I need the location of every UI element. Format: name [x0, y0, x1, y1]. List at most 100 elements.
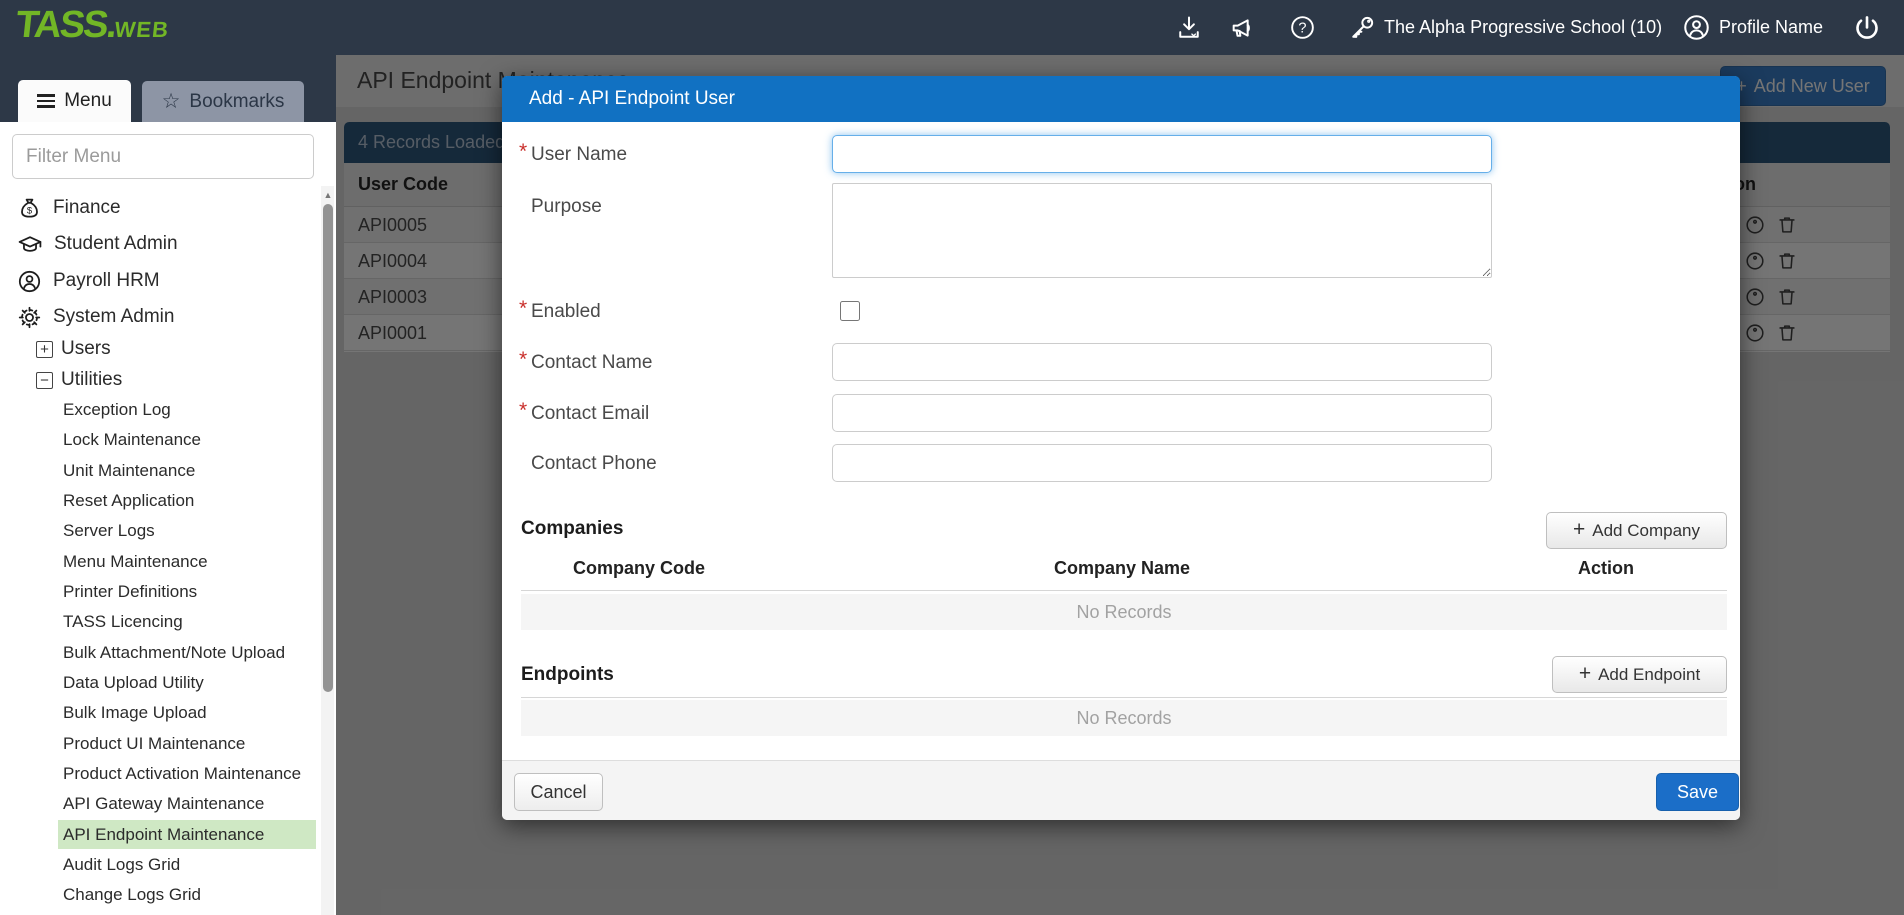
sidebar-scrollbar-thumb[interactable] — [323, 204, 333, 692]
sidebar-item-bulk-attachment-note-upload[interactable]: Bulk Attachment/Note Upload — [58, 638, 316, 667]
sidebar-item-reset-application[interactable]: Reset Application — [58, 486, 316, 515]
download-icon[interactable] — [1175, 0, 1203, 55]
modal-footer: Cancel Save — [502, 760, 1740, 820]
sidebar-item-exception-log[interactable]: Exception Log — [58, 395, 316, 424]
add-api-endpoint-user-modal: Add - API Endpoint User * User Name Purp… — [502, 76, 1740, 820]
modal-title: Add - API Endpoint User — [529, 88, 735, 110]
tab-bookmarks[interactable]: ☆ Bookmarks — [142, 81, 304, 122]
cancel-button[interactable]: Cancel — [514, 773, 603, 811]
profile-icon — [1682, 13, 1711, 42]
profile-name-label: Profile Name — [1719, 17, 1823, 38]
sidebar-item-bulk-image-upload[interactable]: Bulk Image Upload — [58, 698, 316, 727]
enabled-label: Enabled — [531, 301, 601, 323]
gear-icon — [17, 305, 42, 330]
sidebar-item-data-upload-utility[interactable]: Data Upload Utility — [58, 668, 316, 697]
required-asterisk: * — [519, 140, 527, 164]
endpoints-no-records: No Records — [521, 700, 1727, 736]
contact-email-label: Contact Email — [531, 403, 649, 425]
sidebar-item-system-admin[interactable]: System Admin — [0, 301, 316, 333]
save-button[interactable]: Save — [1656, 773, 1739, 811]
required-asterisk: * — [519, 297, 527, 321]
add-endpoint-button[interactable]: + Add Endpoint — [1552, 656, 1727, 693]
add-company-label: Add Company — [1592, 521, 1700, 541]
column-header-action: Action — [1578, 558, 1634, 579]
tab-menu[interactable]: Menu — [18, 80, 131, 122]
sidebar-item-product-ui-maintenance[interactable]: Product UI Maintenance — [58, 729, 316, 758]
required-asterisk: * — [519, 348, 527, 372]
expand-icon[interactable]: + — [36, 341, 53, 358]
school-name-label: The Alpha Progressive School (10) — [1384, 17, 1662, 38]
column-header-company-name: Company Name — [1054, 558, 1190, 579]
key-icon — [1348, 14, 1376, 42]
sidebar-item-finance[interactable]: $ Finance — [0, 192, 316, 224]
help-icon[interactable]: ? — [1289, 0, 1316, 55]
add-endpoint-label: Add Endpoint — [1598, 665, 1700, 685]
school-selector[interactable]: The Alpha Progressive School (10) — [1348, 0, 1662, 55]
logo-secondary-text: WEB — [113, 17, 170, 42]
logo-primary-text: TASS. — [14, 4, 118, 46]
contact-name-input[interactable] — [832, 343, 1492, 381]
graduation-cap-icon — [17, 232, 43, 257]
tab-menu-label: Menu — [64, 90, 112, 112]
tass-web-logo: TASS.WEB — [14, 4, 172, 47]
contact-phone-label: Contact Phone — [531, 453, 657, 475]
sidebar-item-printer-definitions[interactable]: Printer Definitions — [58, 577, 316, 606]
person-circle-icon — [17, 269, 42, 294]
companies-heading: Companies — [521, 518, 623, 540]
sidebar-item-student-admin[interactable]: Student Admin — [0, 228, 316, 260]
plus-icon: + — [1573, 519, 1585, 540]
purpose-label: Purpose — [531, 196, 602, 218]
contact-name-label: Contact Name — [531, 352, 652, 374]
no-records-label: No Records — [1076, 708, 1171, 729]
sidebar-item-audit-logs-grid[interactable]: Audit Logs Grid — [58, 850, 316, 879]
add-company-button[interactable]: + Add Company — [1546, 512, 1727, 549]
no-records-label: No Records — [1076, 602, 1171, 623]
endpoints-heading: Endpoints — [521, 664, 614, 686]
collapse-icon[interactable]: − — [36, 372, 53, 389]
hamburger-icon — [37, 91, 55, 111]
megaphone-icon[interactable] — [1228, 0, 1258, 55]
app-root: TASS.WEB ? The Alpha Progressive School … — [0, 0, 1904, 915]
sidebar-item-label: Utilities — [61, 369, 122, 391]
sidebar-item-product-activation-maintenance[interactable]: Product Activation Maintenance — [58, 759, 316, 788]
sidebar-item-api-endpoint-maintenance[interactable]: API Endpoint Maintenance — [58, 820, 316, 849]
sidebar-tree-users[interactable]: + Users — [0, 335, 316, 363]
sidebar-item-tass-licencing[interactable]: TASS Licencing — [58, 607, 316, 636]
top-bar: TASS.WEB ? The Alpha Progressive School … — [0, 0, 1904, 55]
sidebar-item-label: Users — [61, 338, 111, 360]
logout-power-icon[interactable] — [1852, 0, 1882, 55]
divider — [521, 697, 1727, 698]
sidebar-item-payroll-hrm[interactable]: Payroll HRM — [0, 265, 316, 297]
plus-icon: + — [1579, 663, 1591, 684]
sidebar-item-unit-maintenance[interactable]: Unit Maintenance — [58, 456, 316, 485]
companies-no-records: No Records — [521, 594, 1727, 630]
star-icon: ☆ — [162, 91, 181, 112]
sidebar-tree-utilities[interactable]: − Utilities — [0, 366, 316, 394]
tab-bookmarks-label: Bookmarks — [189, 91, 284, 113]
money-bag-icon: $ — [17, 196, 42, 221]
sidebar-item-label: System Admin — [53, 306, 174, 328]
filter-menu-input[interactable] — [12, 134, 314, 179]
user-name-label: User Name — [531, 144, 627, 166]
sidebar-item-change-logs-grid[interactable]: Change Logs Grid — [58, 880, 316, 909]
enabled-checkbox[interactable] — [840, 301, 860, 321]
sidebar-item-server-logs[interactable]: Server Logs — [58, 516, 316, 545]
contact-email-input[interactable] — [832, 394, 1492, 432]
sidebar-item-label: Payroll HRM — [53, 270, 160, 292]
user-name-input[interactable] — [832, 135, 1492, 173]
sidebar: $ Finance Student Admin Payroll HRM Syst… — [0, 122, 336, 915]
column-header-company-code: Company Code — [573, 558, 705, 579]
svg-text:$: $ — [27, 205, 33, 215]
divider — [521, 590, 1727, 591]
contact-phone-input[interactable] — [832, 444, 1492, 482]
profile-menu[interactable]: Profile Name — [1682, 0, 1823, 55]
required-asterisk: * — [519, 399, 527, 423]
sidebar-item-menu-maintenance[interactable]: Menu Maintenance — [58, 547, 316, 576]
sidebar-item-lock-maintenance[interactable]: Lock Maintenance — [58, 425, 316, 454]
sidebar-item-api-gateway-maintenance[interactable]: API Gateway Maintenance — [58, 789, 316, 818]
modal-header: Add - API Endpoint User — [502, 76, 1740, 122]
purpose-textarea[interactable] — [832, 183, 1492, 278]
svg-text:?: ? — [1298, 21, 1306, 37]
sidebar-item-label: Finance — [53, 197, 121, 219]
scroll-up-icon[interactable]: ▲ — [322, 190, 334, 200]
